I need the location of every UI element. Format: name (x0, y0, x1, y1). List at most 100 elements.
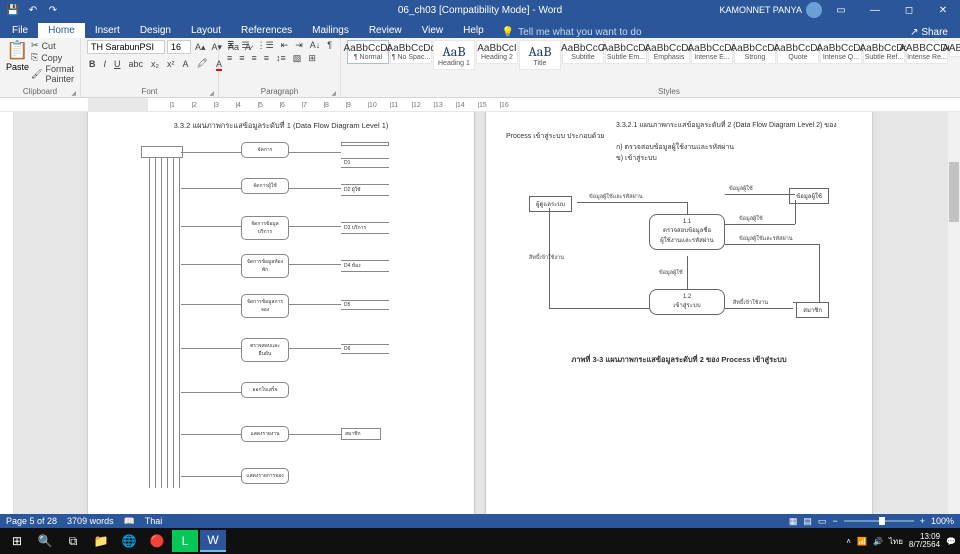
style-item[interactable]: AaBbCcIHeading 2 (476, 40, 518, 64)
style-item[interactable]: AaBbCcCSubtitle (562, 40, 604, 64)
style-item[interactable]: AaBbCcDc¶ No Spac... (390, 40, 432, 64)
tab-home[interactable]: Home (38, 23, 85, 38)
pilcrow-icon[interactable]: ¶ (325, 40, 334, 51)
group-label: Styles (347, 87, 960, 97)
redo-icon[interactable]: ↷ (44, 2, 62, 18)
bold-icon[interactable]: B (87, 59, 98, 69)
zoom-out-icon[interactable]: − (832, 516, 837, 526)
zoom-in-icon[interactable]: + (920, 516, 925, 526)
font-size-select[interactable]: 16 (167, 40, 191, 54)
subscript-icon[interactable]: x₂ (149, 59, 161, 69)
align-right-icon[interactable]: ≡ (250, 53, 259, 64)
close-icon[interactable]: ✕ (928, 0, 958, 20)
vertical-scrollbar[interactable] (948, 112, 960, 514)
superscript-icon[interactable]: x² (165, 59, 177, 69)
align-left-icon[interactable]: ≡ (225, 53, 234, 64)
style-item[interactable]: AaBbCcDcStrong (734, 40, 776, 64)
numbering-icon[interactable]: ☰ (240, 40, 252, 51)
indent-dec-icon[interactable]: ⇤ (279, 40, 291, 51)
dfd-level1-diagram: จัดการ จัดการผู้ใช้ จัดการข้อมูลบริการ จ… (141, 138, 421, 514)
minimize-icon[interactable]: — (860, 0, 890, 20)
cut-button[interactable]: ✂Cut (31, 40, 74, 51)
clock[interactable]: 13:09 8/7/2564 (909, 533, 940, 549)
style-item[interactable]: AABBCCDC (949, 40, 960, 57)
borders-icon[interactable]: ⊞ (306, 53, 318, 64)
save-icon[interactable]: 💾 (4, 2, 22, 18)
taskview-icon[interactable]: ⧉ (60, 530, 86, 552)
underline-icon[interactable]: U (112, 59, 123, 69)
vertical-ruler[interactable] (0, 112, 14, 514)
brush-icon: 🖌 (31, 69, 42, 80)
horizontal-ruler[interactable]: 12345678910111213141516 (0, 98, 960, 112)
word-count[interactable]: 3709 words (67, 516, 114, 526)
bulb-icon: 💡 (502, 27, 514, 38)
style-item[interactable]: AaBHeading 1 (433, 40, 475, 70)
avatar[interactable] (806, 2, 822, 18)
tab-mailings[interactable]: Mailings (302, 23, 359, 38)
indent-inc-icon[interactable]: ⇥ (293, 40, 305, 51)
highlight-icon[interactable]: 🖍 (195, 58, 210, 69)
language-status[interactable]: Thai (145, 516, 163, 526)
style-item[interactable]: AaBTitle (519, 40, 561, 70)
style-item[interactable]: AaBbCcDcIntense Q... (820, 40, 862, 64)
notifications-icon[interactable]: 💬 (946, 537, 956, 546)
word-icon[interactable]: W (200, 530, 226, 552)
style-item[interactable]: AaBbCcDcIntense E... (691, 40, 733, 64)
multilevel-icon[interactable]: ⋮☰ (255, 40, 276, 51)
spellcheck-icon[interactable]: 📖 (124, 516, 135, 527)
copy-button[interactable]: ⎘Copy (31, 52, 74, 63)
tab-references[interactable]: References (231, 23, 302, 38)
strike-icon[interactable]: abc (126, 59, 145, 69)
justify-icon[interactable]: ≡ (262, 53, 271, 64)
tab-insert[interactable]: Insert (85, 23, 130, 38)
tab-file[interactable]: File (2, 23, 38, 38)
volume-icon[interactable]: 🔊 (873, 537, 883, 546)
font-family-select[interactable]: TH SarabunPSI (87, 40, 165, 54)
bullets-icon[interactable]: ≣ (225, 40, 237, 51)
page-right: 3.3.2.1 แผนภาพกระแสข้อมูลระดับที่ 2 (Dat… (486, 112, 872, 514)
tab-layout[interactable]: Layout (181, 23, 231, 38)
paste-button[interactable]: 📋 Paste (6, 40, 29, 72)
search-icon[interactable]: 🔍 (32, 530, 58, 552)
tab-design[interactable]: Design (130, 23, 181, 38)
line-spacing-icon[interactable]: ↕≡ (274, 53, 288, 64)
tray-chevron-icon[interactable]: ˄ (846, 537, 851, 546)
tab-view[interactable]: View (412, 23, 454, 38)
grow-font-icon[interactable]: A▴ (193, 42, 208, 53)
align-center-icon[interactable]: ≡ (237, 53, 246, 64)
style-item[interactable]: AaBbCcDcQuote (777, 40, 819, 64)
tab-review[interactable]: Review (359, 23, 412, 38)
tell-me[interactable]: 💡Tell me what you want to do (502, 27, 642, 38)
format-painter-button[interactable]: 🖌Format Painter (31, 64, 74, 84)
text-effects-icon[interactable]: A (181, 59, 191, 69)
maximize-icon[interactable]: ◻ (894, 0, 924, 20)
chrome-icon[interactable]: 🔴 (144, 530, 170, 552)
tab-help[interactable]: Help (453, 23, 494, 38)
zoom-level[interactable]: 100% (931, 516, 954, 526)
style-item[interactable]: AaBbCcDcEmphasis (648, 40, 690, 64)
page-status[interactable]: Page 5 of 28 (6, 516, 57, 526)
read-mode-icon[interactable]: ▦ (789, 516, 798, 527)
web-layout-icon[interactable]: ▭ (818, 516, 827, 527)
italic-icon[interactable]: I (101, 59, 108, 69)
group-label: Paragraph (225, 87, 334, 97)
explorer-icon[interactable]: 📁 (88, 530, 114, 552)
sort-icon[interactable]: A↓ (308, 40, 323, 51)
ime-icon[interactable]: ไทย (889, 535, 903, 548)
style-item[interactable]: AaBbCcDc¶ Normal (347, 40, 389, 64)
wifi-icon[interactable]: 📶 (857, 537, 867, 546)
ribbon-options-icon[interactable]: ▭ (826, 0, 856, 20)
start-icon[interactable]: ⊞ (4, 530, 30, 552)
share-button[interactable]: ↗ Share (910, 27, 960, 38)
line-icon[interactable]: L (172, 530, 198, 552)
body-text: ก) ตรวจสอบข้อมูลผู้ใช้งานและรหัสผ่าน (506, 142, 852, 153)
scroll-thumb[interactable] (949, 162, 959, 222)
print-layout-icon[interactable]: ▤ (803, 516, 812, 527)
document-area[interactable]: 3.3.2 แผนภาพกระแสข้อมูลระดับที่ 1 (Data … (0, 112, 960, 514)
shading-icon[interactable]: ▧ (291, 53, 304, 64)
edge-icon[interactable]: 🌐 (116, 530, 142, 552)
style-item[interactable]: AaBbCcDcSubtle Em... (605, 40, 647, 64)
undo-icon[interactable]: ↶ (24, 2, 42, 18)
page-left: 3.3.2 แผนภาพกระแสข้อมูลระดับที่ 1 (Data … (88, 112, 474, 514)
zoom-slider[interactable] (844, 520, 914, 522)
